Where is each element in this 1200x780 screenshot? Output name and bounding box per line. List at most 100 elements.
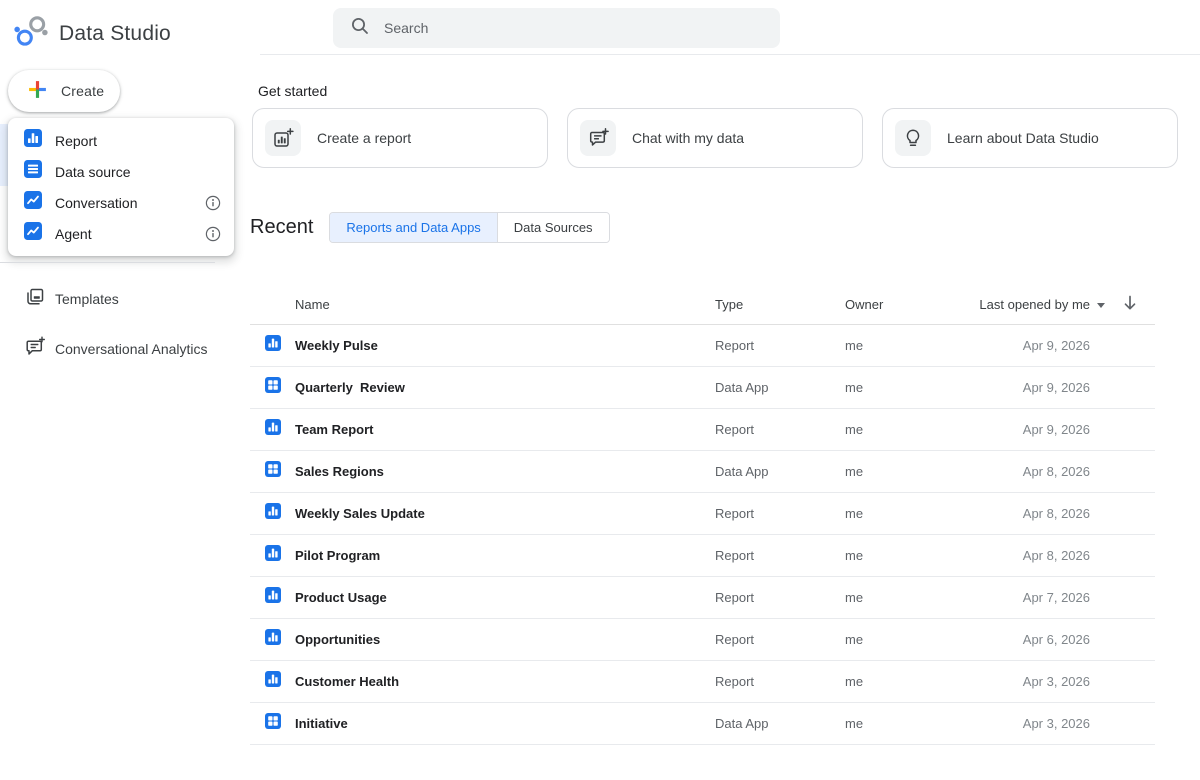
row-last-opened: Apr 3, 2026 <box>1010 716 1105 731</box>
info-icon[interactable] <box>205 226 221 242</box>
row-type: Report <box>715 632 845 647</box>
row-name-cell: Customer Health <box>250 671 715 692</box>
recent-tabs: Reports and Data Apps Data Sources <box>329 212 609 243</box>
card-label: Create a report <box>317 130 411 146</box>
menu-item-data-source[interactable]: Data source <box>8 156 234 187</box>
row-name: Sales Regions <box>295 464 384 479</box>
row-type: Data App <box>715 380 845 395</box>
data-app-icon <box>265 377 281 398</box>
row-name: Initiative <box>295 716 348 731</box>
menu-item-conversation[interactable]: Conversation <box>8 187 234 218</box>
search-bar[interactable] <box>333 8 780 48</box>
report-icon <box>265 671 281 692</box>
recent-heading: Recent <box>250 216 313 239</box>
row-type: Report <box>715 674 845 689</box>
report-icon <box>24 129 42 152</box>
search-icon <box>350 16 370 41</box>
row-owner: me <box>845 716 1010 731</box>
lightbulb-icon <box>895 120 931 156</box>
row-last-opened: Apr 9, 2026 <box>1010 422 1105 437</box>
get-started-heading: Get started <box>258 83 327 99</box>
card-label: Chat with my data <box>632 130 744 146</box>
table-row[interactable]: Quarterly Review Data App me Apr 9, 2026 <box>250 367 1155 409</box>
row-name-cell: Weekly Sales Update <box>250 503 715 524</box>
table-row[interactable]: Weekly Pulse Report me Apr 9, 2026 <box>250 325 1155 367</box>
agent-icon <box>24 222 42 245</box>
sidebar-item-label: Conversational Analytics <box>55 341 208 357</box>
report-icon <box>265 335 281 356</box>
row-owner: me <box>845 674 1010 689</box>
row-owner: me <box>845 506 1010 521</box>
sidebar-item-conversational-analytics[interactable]: Conversational Analytics <box>0 329 235 369</box>
sidebar-item-templates[interactable]: Templates <box>0 279 235 319</box>
create-report-icon <box>265 120 301 156</box>
row-type: Report <box>715 506 845 521</box>
search-input[interactable] <box>384 8 780 48</box>
row-last-opened: Apr 3, 2026 <box>1010 674 1105 689</box>
table-row[interactable]: Customer Health Report me Apr 3, 2026 <box>250 661 1155 703</box>
menu-item-report[interactable]: Report <box>8 125 234 156</box>
data-source-icon <box>24 160 42 183</box>
report-icon <box>265 503 281 524</box>
row-name: Customer Health <box>295 674 399 689</box>
table-row[interactable]: Pilot Program Report me Apr 8, 2026 <box>250 535 1155 577</box>
row-type: Report <box>715 590 845 605</box>
sort-direction-button[interactable] <box>1105 293 1155 316</box>
conversational-analytics-icon <box>24 336 45 362</box>
create-button[interactable]: Create <box>8 70 120 112</box>
row-last-opened: Apr 8, 2026 <box>1010 506 1105 521</box>
row-type: Data App <box>715 716 845 731</box>
get-started-cards: Create a report Chat with my data Lear <box>252 108 1178 168</box>
card-label: Learn about Data Studio <box>947 130 1099 146</box>
row-name: Pilot Program <box>295 548 380 563</box>
row-name: Quarterly Review <box>295 380 405 395</box>
report-icon <box>265 587 281 608</box>
row-owner: me <box>845 548 1010 563</box>
row-name: Team Report <box>295 422 374 437</box>
menu-item-agent[interactable]: Agent <box>8 218 234 249</box>
column-header-last-opened[interactable]: Last opened by me <box>1010 297 1105 312</box>
recent-section-header: Recent Reports and Data Apps Data Source… <box>250 212 610 243</box>
row-type: Data App <box>715 464 845 479</box>
report-icon <box>265 545 281 566</box>
table-row[interactable]: Product Usage Report me Apr 7, 2026 <box>250 577 1155 619</box>
row-name-cell: Opportunities <box>250 629 715 650</box>
column-header-type: Type <box>715 297 845 312</box>
home-item-highlight <box>0 124 8 186</box>
row-name-cell: Product Usage <box>250 587 715 608</box>
templates-icon <box>24 286 45 312</box>
row-owner: me <box>845 380 1010 395</box>
create-menu: Report Data source Conversation <box>8 118 234 256</box>
row-name-cell: Weekly Pulse <box>250 335 715 356</box>
table-row[interactable]: Weekly Sales Update Report me Apr 8, 202… <box>250 493 1155 535</box>
table-row[interactable]: Opportunities Report me Apr 6, 2026 <box>250 619 1155 661</box>
table-row[interactable]: Sales Regions Data App me Apr 8, 2026 <box>250 451 1155 493</box>
menu-item-label: Data source <box>55 164 130 180</box>
app-logo[interactable]: Data Studio <box>12 13 171 55</box>
table-row[interactable]: Initiative Data App me Apr 3, 2026 <box>250 703 1155 745</box>
info-icon[interactable] <box>205 195 221 211</box>
chat-with-data-icon <box>580 120 616 156</box>
google-plus-icon <box>27 79 48 103</box>
caret-down-icon <box>1097 303 1105 308</box>
table-row[interactable]: Team Report Report me Apr 9, 2026 <box>250 409 1155 451</box>
sidebar-item-label: Templates <box>55 291 119 307</box>
row-last-opened: Apr 6, 2026 <box>1010 632 1105 647</box>
conversation-icon <box>24 191 42 214</box>
data-app-icon <box>265 461 281 482</box>
recent-table-body: Weekly Pulse Report me Apr 9, 2026 <box>250 325 1155 745</box>
menu-item-label: Report <box>55 133 97 149</box>
row-name-cell: Initiative <box>250 713 715 734</box>
row-last-opened: Apr 9, 2026 <box>1010 380 1105 395</box>
row-type: Report <box>715 548 845 563</box>
chat-with-data-card[interactable]: Chat with my data <box>567 108 863 168</box>
create-report-card[interactable]: Create a report <box>252 108 548 168</box>
row-last-opened: Apr 7, 2026 <box>1010 590 1105 605</box>
menu-item-label: Conversation <box>55 195 138 211</box>
tab-reports-and-data-apps[interactable]: Reports and Data Apps <box>330 213 496 242</box>
row-name-cell: Quarterly Review <box>250 377 715 398</box>
tab-data-sources[interactable]: Data Sources <box>497 213 609 242</box>
row-type: Report <box>715 338 845 353</box>
row-owner: me <box>845 422 1010 437</box>
learn-about-card[interactable]: Learn about Data Studio <box>882 108 1178 168</box>
